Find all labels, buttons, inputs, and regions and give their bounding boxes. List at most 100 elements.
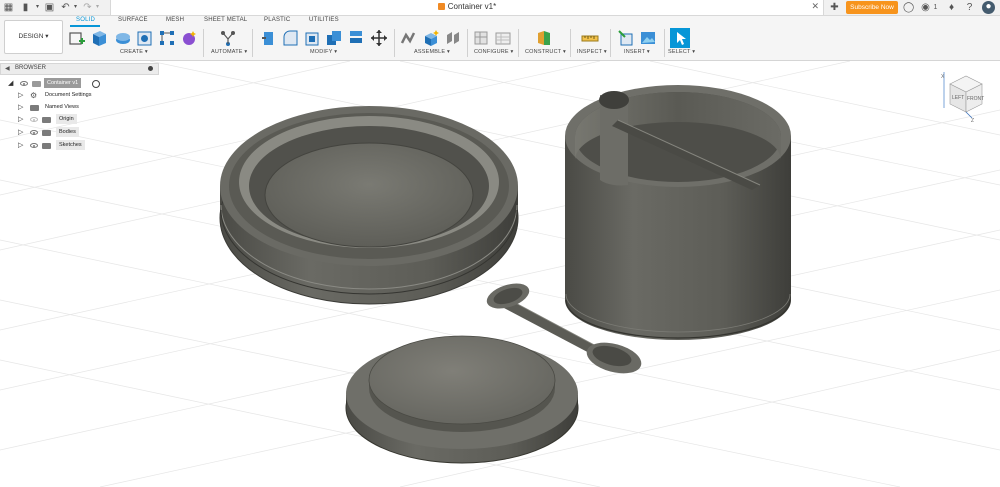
bell-icon[interactable]: ♦: [946, 2, 957, 13]
shell-icon[interactable]: [303, 29, 321, 47]
browser-title: BROWSER: [15, 65, 47, 71]
activate-radio-icon[interactable]: [92, 80, 100, 88]
press-pull-icon[interactable]: [259, 29, 277, 47]
as-built-joint-icon[interactable]: [444, 29, 462, 47]
sidebar-item-label: Origin: [56, 114, 77, 124]
configuration-table-icon[interactable]: [494, 29, 512, 47]
visibility-eye-icon[interactable]: [30, 143, 38, 148]
sidebar-item-label: Bodies: [56, 127, 79, 137]
toolbar-separator: [610, 29, 611, 57]
insert-canvas-icon[interactable]: [639, 29, 657, 47]
container-body[interactable]: [565, 85, 791, 340]
disk-body[interactable]: [345, 335, 579, 464]
viewcube-left-label: LEFT: [952, 95, 964, 101]
inspect-menu[interactable]: INSPECT ▾: [577, 49, 607, 55]
viewcube-axis-z-label: Z: [971, 118, 974, 124]
sidebar-item-label: Named Views: [45, 104, 79, 110]
modify-menu[interactable]: MODIFY ▾: [310, 49, 337, 55]
save-icon[interactable]: ▣: [44, 2, 55, 13]
document-title: Container v1*: [447, 2, 497, 11]
sidebar-item-label: Document Settings: [45, 92, 92, 98]
select-menu[interactable]: SELECT ▾: [668, 49, 695, 55]
fillet-icon[interactable]: [281, 29, 299, 47]
combine-icon[interactable]: [325, 29, 343, 47]
visibility-eye-icon[interactable]: [20, 81, 28, 86]
tab-mesh[interactable]: MESH: [166, 17, 184, 23]
undo-dropdown-icon[interactable]: ▾: [70, 2, 81, 13]
tab-plastic[interactable]: PLASTIC: [264, 17, 290, 23]
expand-triangle-icon[interactable]: ▷: [18, 104, 23, 111]
measure-icon[interactable]: [581, 29, 599, 47]
extrude-icon[interactable]: [90, 29, 108, 47]
workspace-switcher-button[interactable]: DESIGN ▾: [4, 20, 63, 54]
expand-triangle-icon[interactable]: ▷: [18, 116, 23, 123]
lid-body[interactable]: [219, 106, 519, 305]
new-tab-icon[interactable]: ✚: [829, 2, 840, 13]
browser-item-origin[interactable]: ▷ Origin: [0, 114, 110, 125]
configure-menu[interactable]: CONFIGURE ▾: [474, 49, 514, 55]
collapse-caret-icon[interactable]: ◀: [5, 65, 10, 72]
toolbar-separator: [467, 29, 468, 57]
visibility-eye-icon[interactable]: [30, 117, 38, 122]
browser-item-sketches[interactable]: ▷ Sketches: [0, 140, 110, 151]
new-component-icon[interactable]: [400, 29, 418, 47]
configure-icon[interactable]: [472, 29, 490, 47]
select-icon[interactable]: [670, 28, 690, 48]
ribbon-toolbar: DESIGN ▾ SOLID SURFACE MESH SHEET METAL …: [0, 16, 1000, 61]
tab-solid[interactable]: SOLID: [76, 17, 95, 23]
joint-icon[interactable]: [422, 29, 440, 47]
browser-panel-header[interactable]: ◀ BROWSER: [0, 63, 159, 75]
create-menu[interactable]: CREATE ▾: [120, 49, 148, 55]
toolbar-separator: [570, 29, 571, 57]
expand-triangle-icon[interactable]: ◢: [8, 80, 13, 87]
grid-menu-icon[interactable]: ▦: [3, 2, 14, 13]
toolbar-separator: [518, 29, 519, 57]
pattern-icon[interactable]: [158, 29, 176, 47]
revolve-icon[interactable]: [114, 29, 132, 47]
title-bar: ▦ ▮ ▾ ▣ ↶ ▾ ↷ ▾ Container v1* ✕ ✚ Subscr…: [0, 0, 1000, 16]
assemble-menu[interactable]: ASSEMBLE ▾: [414, 49, 450, 55]
folder-icon: [30, 105, 39, 111]
redo-dropdown-icon[interactable]: ▾: [92, 2, 103, 13]
sidebar-item-label: Sketches: [56, 140, 85, 150]
create-sketch-icon[interactable]: [68, 29, 86, 47]
browser-root-label: Container v1: [44, 78, 82, 88]
close-icon[interactable]: ✕: [811, 1, 819, 12]
help-icon[interactable]: ?: [964, 2, 975, 13]
expand-triangle-icon[interactable]: ▷: [18, 142, 23, 149]
browser-item-bodies[interactable]: ▷ Bodies: [0, 127, 110, 138]
browser-item-document-settings[interactable]: ▷ ⚙ Document Settings: [0, 90, 110, 101]
tab-sheet-metal[interactable]: SHEET METAL: [204, 17, 247, 23]
browser-root-row[interactable]: ◢ Container v1: [0, 78, 110, 89]
expand-triangle-icon[interactable]: ▷: [18, 129, 23, 136]
hole-icon[interactable]: [136, 29, 154, 47]
offset-plane-icon[interactable]: [535, 29, 553, 47]
job-status-icon[interactable]: ◯: [903, 2, 914, 13]
visibility-eye-icon[interactable]: [30, 130, 38, 135]
avatar-icon[interactable]: ●: [982, 1, 995, 14]
3d-viewport[interactable]: LEFT FRONT X Z: [0, 61, 1000, 487]
toolbar-separator: [252, 29, 253, 57]
tab-utilities[interactable]: UTILITIES: [309, 17, 339, 23]
expand-triangle-icon[interactable]: ▷: [18, 92, 23, 99]
document-tab[interactable]: Container v1* ✕: [110, 0, 824, 15]
file-icon[interactable]: ▮: [20, 2, 31, 13]
view-cube[interactable]: LEFT FRONT X Z: [941, 72, 984, 124]
automate-icon[interactable]: [219, 29, 237, 47]
viewcube-front-label: FRONT: [967, 96, 984, 102]
folder-icon: [42, 117, 51, 123]
folder-icon: [42, 130, 51, 136]
split-body-icon[interactable]: [347, 29, 365, 47]
browser-item-named-views[interactable]: ▷ Named Views: [0, 102, 110, 113]
construct-menu[interactable]: CONSTRUCT ▾: [525, 49, 566, 55]
subscribe-button[interactable]: Subscribe Now: [846, 1, 898, 14]
tab-surface[interactable]: SURFACE: [118, 17, 148, 23]
automate-menu[interactable]: AUTOMATE ▾: [211, 49, 247, 55]
move-icon[interactable]: [370, 29, 388, 47]
insert-derive-icon[interactable]: [617, 29, 635, 47]
insert-menu[interactable]: INSERT ▾: [624, 49, 650, 55]
form-icon[interactable]: [180, 29, 198, 47]
chevron-down-icon[interactable]: ▾: [32, 2, 43, 13]
pin-icon[interactable]: [148, 66, 153, 71]
toolbar-separator: [664, 29, 665, 57]
